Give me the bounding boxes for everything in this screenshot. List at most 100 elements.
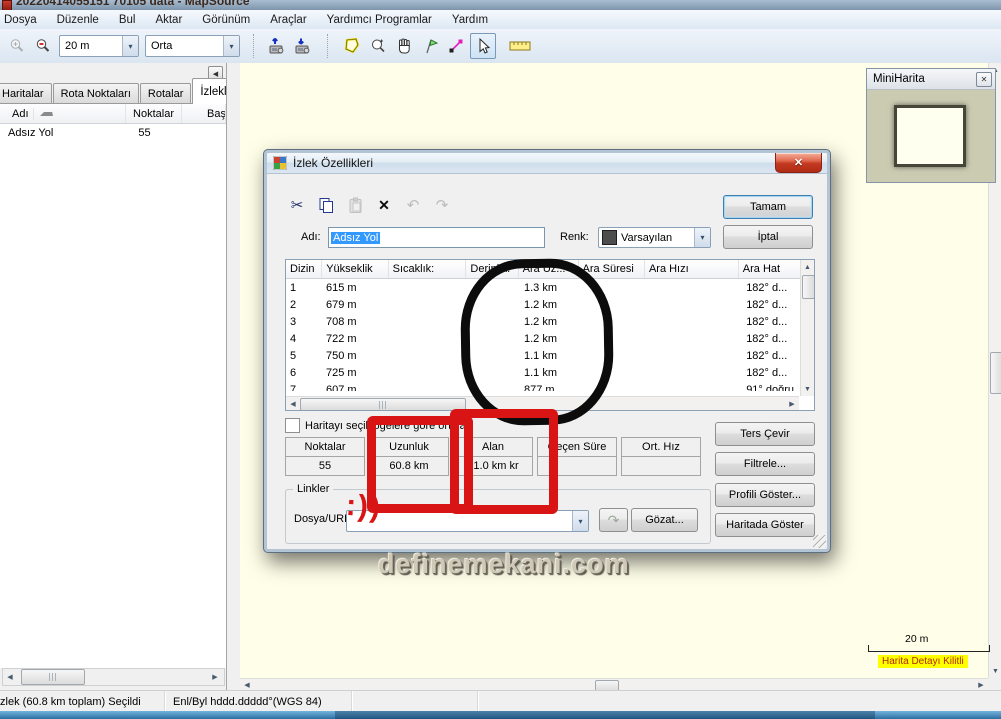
- scale-bar: [868, 645, 990, 652]
- color-swatch: [602, 230, 617, 245]
- map-detail-locked-badge: Harita Detayı Kilitli: [878, 655, 968, 668]
- menu-bar: Dosya Düzenle Bul Aktar Görünüm Araçlar …: [0, 10, 1001, 30]
- hand-icon: [395, 37, 413, 55]
- browse-button[interactable]: Gözat...: [631, 508, 698, 532]
- zoom-in-button[interactable]: [5, 34, 29, 58]
- measure-tool-button[interactable]: [508, 34, 532, 58]
- collapse-left-icon: ◀: [213, 70, 218, 78]
- col-derinlik[interactable]: Derinlik:: [466, 260, 518, 278]
- filter-button[interactable]: Filtrele...: [715, 452, 815, 476]
- send-to-device-button[interactable]: [266, 34, 290, 58]
- show-on-map-button[interactable]: Haritada Göster: [715, 513, 815, 537]
- redo-icon[interactable]: ↷: [433, 196, 451, 214]
- zoom-tool-button[interactable]: [366, 34, 390, 58]
- cut-icon[interactable]: ✂: [288, 196, 306, 214]
- track-name-input[interactable]: Adsız Yol: [328, 227, 545, 248]
- selection-tool-button[interactable]: [470, 33, 496, 59]
- toolbar-separator: [253, 34, 259, 58]
- reverse-track-button[interactable]: Ters Çevir: [715, 422, 815, 446]
- column-header-noktalar[interactable]: Noktalar: [126, 104, 182, 123]
- track-properties-icon: [273, 156, 287, 170]
- scrollbar-thumb[interactable]: [990, 352, 1001, 394]
- copy-icon[interactable]: [317, 196, 335, 214]
- stat-uzunluk: Uzunluk 60.8 km: [369, 437, 449, 476]
- windows-taskbar[interactable]: [0, 711, 1001, 719]
- file-url-combobox[interactable]: ▾: [346, 510, 589, 532]
- scroll-right-icon[interactable]: ▶: [208, 670, 222, 684]
- zoom-out-button[interactable]: [31, 34, 55, 58]
- paste-icon[interactable]: [346, 196, 364, 214]
- status-bar: İzlek (60.8 km toplam) Seçildi Enl/Byl h…: [0, 690, 1001, 712]
- scrollbar-thumb[interactable]: [21, 669, 85, 685]
- close-icon: ✕: [981, 75, 988, 84]
- tab-rota-noktalari[interactable]: Rota Noktaları: [53, 83, 139, 104]
- col-ara-uz[interactable]: Ara Uz...: [519, 260, 579, 278]
- map-tool-button[interactable]: [340, 34, 364, 58]
- table-row[interactable]: 1615 m1.3 km182° d...: [286, 279, 814, 296]
- magnifier-icon: [369, 37, 387, 55]
- column-header-baslangic[interactable]: Başlangıç: [182, 104, 226, 123]
- waypoint-tool-button[interactable]: [418, 34, 442, 58]
- col-sicaklik[interactable]: Sıcaklık:: [389, 260, 467, 278]
- col-dizin[interactable]: Dizin: [286, 260, 322, 278]
- menu-yardimci-programlar[interactable]: Yardımcı Programlar: [317, 12, 442, 28]
- delete-icon[interactable]: ✕: [375, 196, 393, 214]
- tab-izlekler[interactable]: İzlekler(1): [192, 78, 227, 104]
- menu-gorunum[interactable]: Görünüm: [192, 12, 260, 28]
- scroll-left-icon[interactable]: ◀: [286, 397, 300, 410]
- menu-duzenle[interactable]: Düzenle: [47, 12, 109, 28]
- table-vertical-scrollbar[interactable]: ▲ ▼: [800, 260, 814, 396]
- go-arrow-icon: ↷: [608, 512, 620, 529]
- table-row[interactable]: 7607 m877 m91° doğru: [286, 381, 814, 391]
- scroll-down-icon[interactable]: ▼: [989, 664, 1001, 678]
- scroll-left-icon[interactable]: ◀: [3, 670, 17, 684]
- column-header-adi[interactable]: Adı: [0, 104, 126, 123]
- route-tool-button[interactable]: [444, 34, 468, 58]
- menu-bul[interactable]: Bul: [109, 12, 146, 28]
- map-detail-select[interactable]: Orta ▾: [145, 35, 240, 57]
- scroll-down-icon[interactable]: ▼: [801, 382, 814, 396]
- center-map-checkbox[interactable]: [285, 418, 300, 433]
- map-detail-value: Orta: [146, 40, 223, 52]
- menu-araclar[interactable]: Araçlar: [260, 12, 316, 28]
- table-row[interactable]: 3708 m1.2 km182° d...: [286, 313, 814, 330]
- minimap-viewport-rect[interactable]: [894, 105, 966, 167]
- col-ara-suresi[interactable]: Ara Süresi: [579, 260, 645, 278]
- menu-dosya[interactable]: Dosya: [0, 12, 47, 28]
- tab-rotalar[interactable]: Rotalar: [140, 83, 191, 104]
- scrollbar-thumb[interactable]: [802, 275, 815, 299]
- table-row[interactable]: 2679 m1.2 km182° d...: [286, 296, 814, 313]
- show-profile-button[interactable]: Profili Göster...: [715, 483, 815, 507]
- table-row[interactable]: 4722 m1.2 km182° d...: [286, 330, 814, 347]
- dialog-resize-grip[interactable]: [813, 535, 826, 548]
- table-row[interactable]: 5750 m1.1 km182° d...: [286, 347, 814, 364]
- scroll-up-icon[interactable]: ▲: [801, 260, 814, 274]
- ok-button[interactable]: Tamam: [723, 195, 813, 219]
- color-select[interactable]: Varsayılan ▾: [598, 227, 711, 248]
- sidebar-horizontal-scrollbar[interactable]: ◀ ▶: [2, 668, 225, 686]
- col-yukseklik[interactable]: Yükseklik: [322, 260, 388, 278]
- table-horizontal-scrollbar[interactable]: ◀ ▶: [286, 396, 799, 410]
- minimap-close-button[interactable]: ✕: [976, 72, 992, 87]
- panel-splitter[interactable]: [227, 63, 240, 690]
- receive-from-device-button[interactable]: [292, 34, 316, 58]
- sidebar: ◀ Haritalar Rota Noktaları Rotalar İzlek…: [0, 63, 227, 690]
- track-list-item[interactable]: Adsız Yol 55: [0, 124, 226, 142]
- taskbar-buttons[interactable]: [335, 711, 875, 719]
- scrollbar-thumb[interactable]: [300, 398, 466, 411]
- col-ara-hizi[interactable]: Ara Hızı: [645, 260, 739, 278]
- track-stats: Noktalar 55 Uzunluk 60.8 km Alan 21.0 km…: [285, 437, 701, 476]
- map-scale-select[interactable]: 20 m ▾: [59, 35, 139, 57]
- center-map-label: Haritayı seçili öğelere göre ortala: [305, 420, 466, 432]
- open-link-button[interactable]: ↷: [599, 508, 628, 532]
- table-row[interactable]: 6725 m1.1 km182° d...: [286, 364, 814, 381]
- undo-icon[interactable]: ↶: [404, 196, 422, 214]
- tab-haritalar[interactable]: Haritalar: [0, 83, 52, 104]
- file-url-label: Dosya/URL:: [294, 513, 353, 525]
- menu-aktar[interactable]: Aktar: [145, 12, 192, 28]
- pan-tool-button[interactable]: [392, 34, 416, 58]
- scroll-right-icon[interactable]: ▶: [785, 397, 799, 410]
- menu-yardim[interactable]: Yardım: [442, 12, 498, 28]
- cancel-button[interactable]: İptal: [723, 225, 813, 249]
- dialog-close-button[interactable]: ✕: [775, 153, 822, 173]
